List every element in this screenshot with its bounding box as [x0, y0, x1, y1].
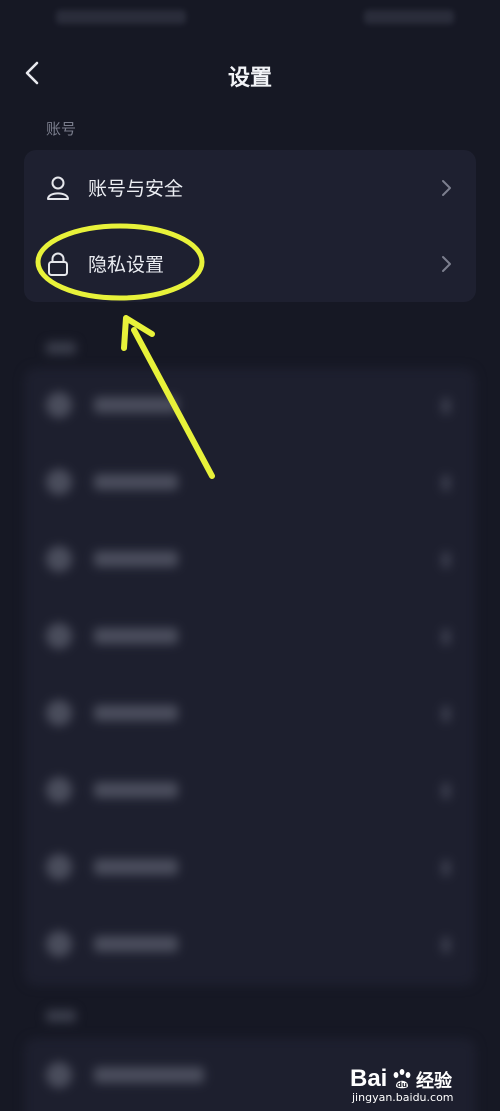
list-item: [24, 907, 476, 983]
list-item: [24, 676, 476, 752]
status-bar: [0, 0, 500, 40]
row-account-security[interactable]: 账号与安全: [24, 150, 476, 226]
blurred-card: [24, 368, 476, 986]
user-icon: [47, 176, 69, 200]
list-item: [24, 522, 476, 598]
svg-text:du: du: [397, 1081, 407, 1089]
paw-icon: du: [393, 1069, 411, 1089]
lock-icon: [48, 252, 68, 276]
list-item: [24, 445, 476, 521]
row-label: 账号与安全: [88, 178, 184, 200]
chevron-right-icon: [442, 180, 451, 196]
status-battery: [364, 10, 454, 24]
list-item: [24, 753, 476, 829]
row-label: 隐私设置: [88, 254, 165, 276]
baidu-jingyan-watermark: Bai du 经验 jingyan.baidu.com: [350, 1065, 480, 1105]
section-label-account: 账号: [46, 120, 77, 138]
row-privacy-settings[interactable]: 隐私设置: [24, 226, 476, 302]
nav-bar: 设置: [0, 48, 500, 100]
list-item: [24, 599, 476, 675]
status-carrier: [56, 10, 186, 24]
blurred-settings-area: [0, 320, 500, 1111]
watermark-logo: Bai: [350, 1065, 388, 1092]
chevron-right-icon: [442, 256, 451, 272]
blurred-section-label: [46, 342, 76, 354]
blurred-section-label: [46, 1010, 76, 1022]
list-item: [24, 830, 476, 906]
account-card: 账号与安全 隐私设置: [24, 150, 476, 302]
watermark-url: jingyan.baidu.com: [352, 1091, 454, 1104]
page-title: 设置: [227, 66, 272, 91]
list-item: [24, 368, 476, 444]
watermark-brand: 经验: [416, 1071, 452, 1092]
